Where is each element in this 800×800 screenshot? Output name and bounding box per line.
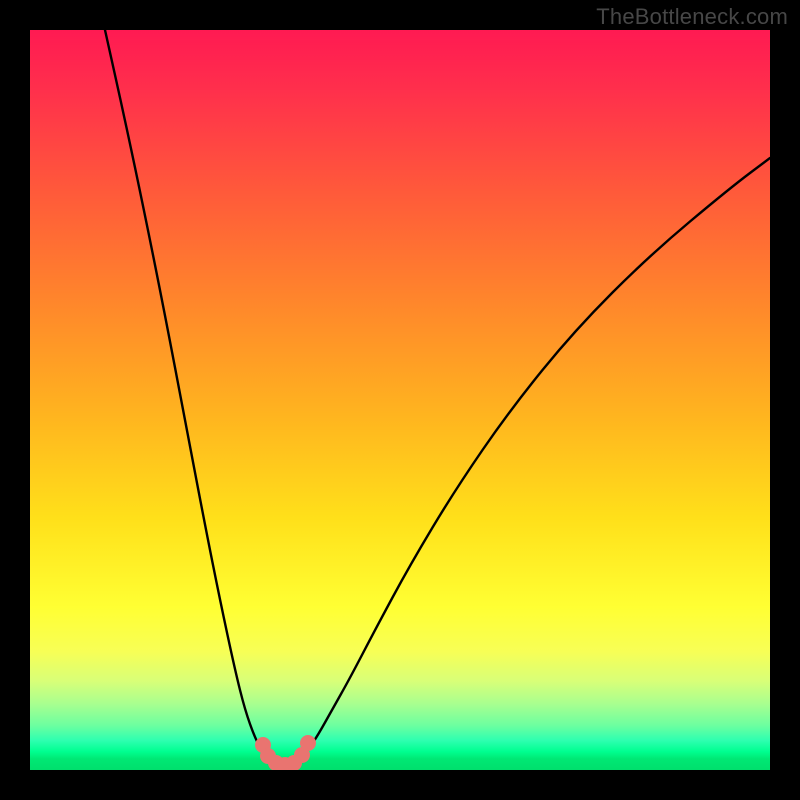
outer-frame: TheBottleneck.com xyxy=(0,0,800,800)
valley-markers xyxy=(255,735,316,770)
valley-marker xyxy=(300,735,316,751)
curve-layer xyxy=(30,30,770,770)
curve-left-branch xyxy=(105,30,273,762)
watermark-text: TheBottleneck.com xyxy=(596,4,788,30)
curve-right-branch xyxy=(297,158,770,762)
plot-area xyxy=(30,30,770,770)
